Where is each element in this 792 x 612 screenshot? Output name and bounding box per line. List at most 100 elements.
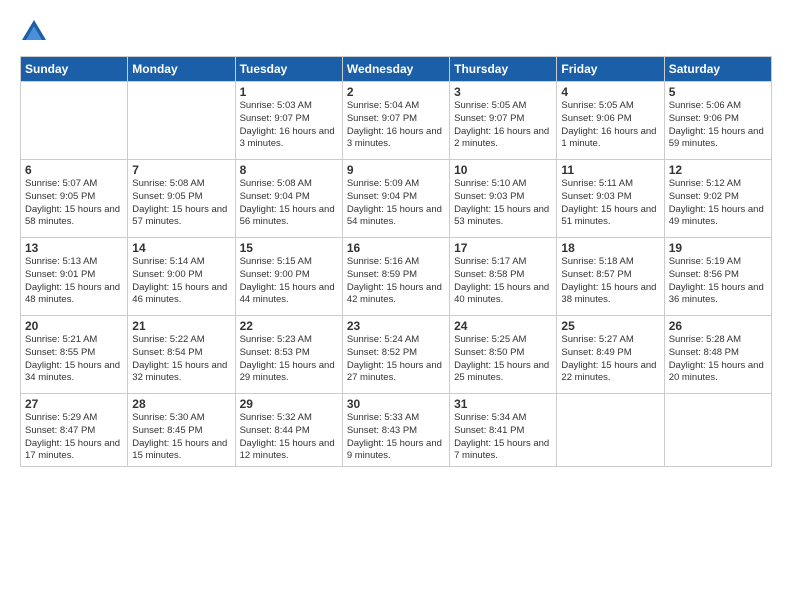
day-number: 10 xyxy=(454,163,552,177)
day-number: 25 xyxy=(561,319,659,333)
calendar-cell: 23Sunrise: 5:24 AM Sunset: 8:52 PM Dayli… xyxy=(342,316,449,394)
calendar-cell: 12Sunrise: 5:12 AM Sunset: 9:02 PM Dayli… xyxy=(664,160,771,238)
calendar-cell: 8Sunrise: 5:08 AM Sunset: 9:04 PM Daylig… xyxy=(235,160,342,238)
calendar-cell: 7Sunrise: 5:08 AM Sunset: 9:05 PM Daylig… xyxy=(128,160,235,238)
calendar-cell: 19Sunrise: 5:19 AM Sunset: 8:56 PM Dayli… xyxy=(664,238,771,316)
day-number: 31 xyxy=(454,397,552,411)
weekday-header-tuesday: Tuesday xyxy=(235,57,342,82)
calendar-cell: 20Sunrise: 5:21 AM Sunset: 8:55 PM Dayli… xyxy=(21,316,128,394)
day-info: Sunrise: 5:27 AM Sunset: 8:49 PM Dayligh… xyxy=(561,334,659,385)
day-number: 14 xyxy=(132,241,230,255)
calendar-cell xyxy=(21,82,128,160)
day-info: Sunrise: 5:05 AM Sunset: 9:07 PM Dayligh… xyxy=(454,100,552,151)
calendar-cell: 21Sunrise: 5:22 AM Sunset: 8:54 PM Dayli… xyxy=(128,316,235,394)
day-info: Sunrise: 5:21 AM Sunset: 8:55 PM Dayligh… xyxy=(25,334,123,385)
weekday-header-friday: Friday xyxy=(557,57,664,82)
day-info: Sunrise: 5:32 AM Sunset: 8:44 PM Dayligh… xyxy=(240,412,338,463)
weekday-header-saturday: Saturday xyxy=(664,57,771,82)
day-number: 1 xyxy=(240,85,338,99)
day-number: 26 xyxy=(669,319,767,333)
calendar-cell: 1Sunrise: 5:03 AM Sunset: 9:07 PM Daylig… xyxy=(235,82,342,160)
page: SundayMondayTuesdayWednesdayThursdayFrid… xyxy=(0,0,792,612)
week-row-0: 1Sunrise: 5:03 AM Sunset: 9:07 PM Daylig… xyxy=(21,82,772,160)
day-info: Sunrise: 5:16 AM Sunset: 8:59 PM Dayligh… xyxy=(347,256,445,307)
day-number: 21 xyxy=(132,319,230,333)
day-info: Sunrise: 5:34 AM Sunset: 8:41 PM Dayligh… xyxy=(454,412,552,463)
logo xyxy=(20,18,52,46)
day-number: 2 xyxy=(347,85,445,99)
day-info: Sunrise: 5:08 AM Sunset: 9:04 PM Dayligh… xyxy=(240,178,338,229)
day-info: Sunrise: 5:22 AM Sunset: 8:54 PM Dayligh… xyxy=(132,334,230,385)
calendar-cell: 15Sunrise: 5:15 AM Sunset: 9:00 PM Dayli… xyxy=(235,238,342,316)
calendar-cell: 4Sunrise: 5:05 AM Sunset: 9:06 PM Daylig… xyxy=(557,82,664,160)
day-info: Sunrise: 5:19 AM Sunset: 8:56 PM Dayligh… xyxy=(669,256,767,307)
calendar-cell: 31Sunrise: 5:34 AM Sunset: 8:41 PM Dayli… xyxy=(450,394,557,467)
day-number: 7 xyxy=(132,163,230,177)
calendar: SundayMondayTuesdayWednesdayThursdayFrid… xyxy=(20,56,772,467)
calendar-cell xyxy=(557,394,664,467)
day-info: Sunrise: 5:33 AM Sunset: 8:43 PM Dayligh… xyxy=(347,412,445,463)
day-number: 12 xyxy=(669,163,767,177)
day-number: 15 xyxy=(240,241,338,255)
week-row-4: 27Sunrise: 5:29 AM Sunset: 8:47 PM Dayli… xyxy=(21,394,772,467)
calendar-cell: 13Sunrise: 5:13 AM Sunset: 9:01 PM Dayli… xyxy=(21,238,128,316)
day-info: Sunrise: 5:10 AM Sunset: 9:03 PM Dayligh… xyxy=(454,178,552,229)
day-number: 22 xyxy=(240,319,338,333)
day-info: Sunrise: 5:24 AM Sunset: 8:52 PM Dayligh… xyxy=(347,334,445,385)
weekday-header-sunday: Sunday xyxy=(21,57,128,82)
calendar-cell: 2Sunrise: 5:04 AM Sunset: 9:07 PM Daylig… xyxy=(342,82,449,160)
day-info: Sunrise: 5:25 AM Sunset: 8:50 PM Dayligh… xyxy=(454,334,552,385)
day-number: 9 xyxy=(347,163,445,177)
week-row-1: 6Sunrise: 5:07 AM Sunset: 9:05 PM Daylig… xyxy=(21,160,772,238)
day-number: 11 xyxy=(561,163,659,177)
calendar-cell: 17Sunrise: 5:17 AM Sunset: 8:58 PM Dayli… xyxy=(450,238,557,316)
day-number: 27 xyxy=(25,397,123,411)
day-info: Sunrise: 5:06 AM Sunset: 9:06 PM Dayligh… xyxy=(669,100,767,151)
logo-icon xyxy=(20,18,48,46)
day-info: Sunrise: 5:30 AM Sunset: 8:45 PM Dayligh… xyxy=(132,412,230,463)
day-number: 19 xyxy=(669,241,767,255)
calendar-cell: 22Sunrise: 5:23 AM Sunset: 8:53 PM Dayli… xyxy=(235,316,342,394)
day-info: Sunrise: 5:28 AM Sunset: 8:48 PM Dayligh… xyxy=(669,334,767,385)
day-info: Sunrise: 5:15 AM Sunset: 9:00 PM Dayligh… xyxy=(240,256,338,307)
calendar-cell: 29Sunrise: 5:32 AM Sunset: 8:44 PM Dayli… xyxy=(235,394,342,467)
calendar-cell: 5Sunrise: 5:06 AM Sunset: 9:06 PM Daylig… xyxy=(664,82,771,160)
day-number: 4 xyxy=(561,85,659,99)
day-number: 16 xyxy=(347,241,445,255)
calendar-cell: 30Sunrise: 5:33 AM Sunset: 8:43 PM Dayli… xyxy=(342,394,449,467)
calendar-cell: 3Sunrise: 5:05 AM Sunset: 9:07 PM Daylig… xyxy=(450,82,557,160)
day-number: 3 xyxy=(454,85,552,99)
day-info: Sunrise: 5:17 AM Sunset: 8:58 PM Dayligh… xyxy=(454,256,552,307)
day-number: 24 xyxy=(454,319,552,333)
calendar-cell: 9Sunrise: 5:09 AM Sunset: 9:04 PM Daylig… xyxy=(342,160,449,238)
day-info: Sunrise: 5:04 AM Sunset: 9:07 PM Dayligh… xyxy=(347,100,445,151)
day-info: Sunrise: 5:11 AM Sunset: 9:03 PM Dayligh… xyxy=(561,178,659,229)
day-number: 23 xyxy=(347,319,445,333)
day-number: 28 xyxy=(132,397,230,411)
weekday-header-thursday: Thursday xyxy=(450,57,557,82)
calendar-cell: 24Sunrise: 5:25 AM Sunset: 8:50 PM Dayli… xyxy=(450,316,557,394)
day-number: 5 xyxy=(669,85,767,99)
calendar-cell: 14Sunrise: 5:14 AM Sunset: 9:00 PM Dayli… xyxy=(128,238,235,316)
day-number: 8 xyxy=(240,163,338,177)
week-row-3: 20Sunrise: 5:21 AM Sunset: 8:55 PM Dayli… xyxy=(21,316,772,394)
calendar-cell: 6Sunrise: 5:07 AM Sunset: 9:05 PM Daylig… xyxy=(21,160,128,238)
weekday-header-row: SundayMondayTuesdayWednesdayThursdayFrid… xyxy=(21,57,772,82)
day-info: Sunrise: 5:23 AM Sunset: 8:53 PM Dayligh… xyxy=(240,334,338,385)
header xyxy=(20,18,772,46)
day-info: Sunrise: 5:08 AM Sunset: 9:05 PM Dayligh… xyxy=(132,178,230,229)
calendar-cell xyxy=(128,82,235,160)
day-info: Sunrise: 5:13 AM Sunset: 9:01 PM Dayligh… xyxy=(25,256,123,307)
day-info: Sunrise: 5:03 AM Sunset: 9:07 PM Dayligh… xyxy=(240,100,338,151)
day-info: Sunrise: 5:05 AM Sunset: 9:06 PM Dayligh… xyxy=(561,100,659,151)
week-row-2: 13Sunrise: 5:13 AM Sunset: 9:01 PM Dayli… xyxy=(21,238,772,316)
day-info: Sunrise: 5:29 AM Sunset: 8:47 PM Dayligh… xyxy=(25,412,123,463)
calendar-cell: 16Sunrise: 5:16 AM Sunset: 8:59 PM Dayli… xyxy=(342,238,449,316)
day-info: Sunrise: 5:14 AM Sunset: 9:00 PM Dayligh… xyxy=(132,256,230,307)
day-number: 17 xyxy=(454,241,552,255)
day-number: 30 xyxy=(347,397,445,411)
calendar-cell: 11Sunrise: 5:11 AM Sunset: 9:03 PM Dayli… xyxy=(557,160,664,238)
calendar-cell: 25Sunrise: 5:27 AM Sunset: 8:49 PM Dayli… xyxy=(557,316,664,394)
day-info: Sunrise: 5:12 AM Sunset: 9:02 PM Dayligh… xyxy=(669,178,767,229)
calendar-cell: 28Sunrise: 5:30 AM Sunset: 8:45 PM Dayli… xyxy=(128,394,235,467)
